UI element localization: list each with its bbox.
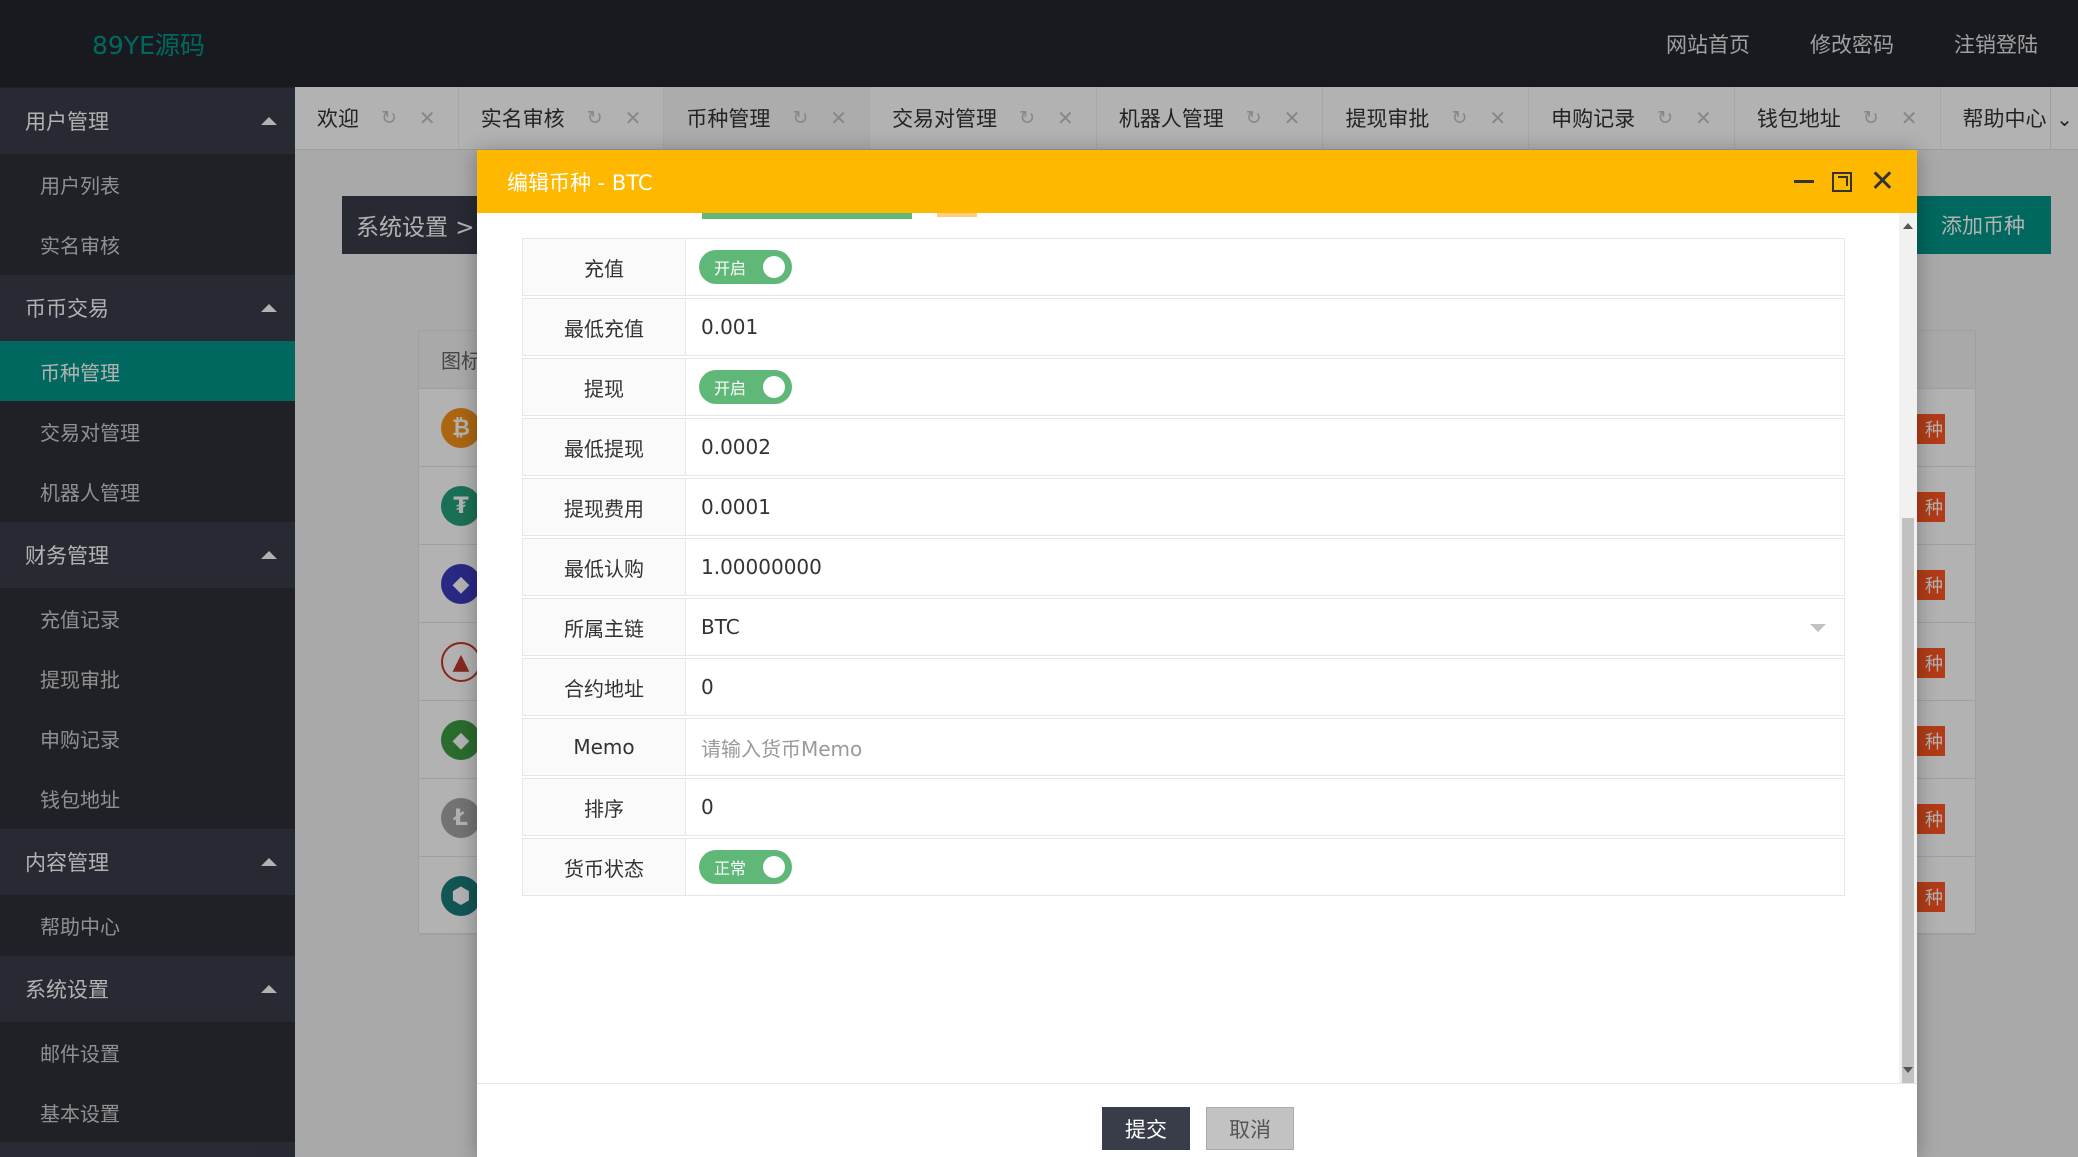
- modal-controls: ✕: [1793, 150, 1895, 213]
- withdraw-switch[interactable]: 开启: [699, 370, 792, 404]
- field-label: Memo: [523, 719, 686, 775]
- min-deposit-input[interactable]: 0.001: [686, 299, 1844, 355]
- form-row-main-chain: 所属主链 BTC: [522, 598, 1845, 656]
- contract-address-input[interactable]: 0: [686, 659, 1844, 715]
- status-switch[interactable]: 正常: [699, 850, 792, 884]
- form-row-withdraw: 提现 开启: [522, 358, 1845, 416]
- field-label: 提现: [523, 359, 686, 415]
- field-label: 提现费用: [523, 479, 686, 535]
- submit-button[interactable]: 提交: [1102, 1107, 1190, 1150]
- memo-input[interactable]: 请输入货币Memo: [686, 719, 1844, 775]
- switch-knob: [763, 856, 785, 878]
- scroll-down-icon[interactable]: [1903, 1067, 1913, 1073]
- field-label: 合约地址: [523, 659, 686, 715]
- cut-off-field: [702, 213, 912, 219]
- min-subscribe-input[interactable]: 1.00000000: [686, 539, 1844, 595]
- form-row-min-subscribe: 最低认购 1.00000000: [522, 538, 1845, 596]
- chevron-down-icon: [1810, 624, 1826, 632]
- deposit-switch[interactable]: 开启: [699, 250, 792, 284]
- modal-body: 充值 开启 最低充值 0.001 提现 开启 最低提现 0.0002 提现费用 …: [477, 213, 1917, 1083]
- form-row-withdraw-fee: 提现费用 0.0001: [522, 478, 1845, 536]
- min-withdraw-input[interactable]: 0.0002: [686, 419, 1844, 475]
- scroll-up-icon[interactable]: [1903, 223, 1913, 229]
- form-row-memo: Memo 请输入货币Memo: [522, 718, 1845, 776]
- modal-title: 编辑币种 - BTC: [507, 170, 653, 195]
- field-label: 货币状态: [523, 839, 686, 895]
- form-row-deposit: 充值 开启: [522, 238, 1845, 296]
- maximize-icon[interactable]: [1831, 171, 1852, 192]
- close-icon[interactable]: ✕: [1870, 166, 1895, 197]
- switch-knob: [763, 256, 785, 278]
- main-chain-select[interactable]: BTC: [686, 599, 1844, 655]
- switch-knob: [763, 376, 785, 398]
- minimize-icon[interactable]: [1793, 180, 1814, 183]
- modal-footer: 提交 取消: [477, 1083, 1917, 1157]
- modal-header: 编辑币种 - BTC ✕: [477, 150, 1917, 213]
- field-label: 充值: [523, 239, 686, 295]
- withdraw-fee-input[interactable]: 0.0001: [686, 479, 1844, 535]
- field-label: 最低提现: [523, 419, 686, 475]
- field-label: 最低充值: [523, 299, 686, 355]
- cut-off-field: [937, 213, 977, 217]
- sort-input[interactable]: 0: [686, 779, 1844, 835]
- cancel-button[interactable]: 取消: [1206, 1107, 1294, 1150]
- scroll-thumb[interactable]: [1902, 518, 1914, 1153]
- form-row-contract: 合约地址 0: [522, 658, 1845, 716]
- field-label: 所属主链: [523, 599, 686, 655]
- modal-scrollbar[interactable]: [1899, 213, 1917, 1153]
- form-row-min-withdraw: 最低提现 0.0002: [522, 418, 1845, 476]
- field-label: 最低认购: [523, 539, 686, 595]
- form-row-min-deposit: 最低充值 0.001: [522, 298, 1845, 356]
- edit-coin-modal: 编辑币种 - BTC ✕ 充值 开启 最低充值 0.001 提现 开启 最低提现…: [477, 150, 1917, 1157]
- field-label: 排序: [523, 779, 686, 835]
- form-row-status: 货币状态 正常: [522, 838, 1845, 896]
- form-row-sort: 排序 0: [522, 778, 1845, 836]
